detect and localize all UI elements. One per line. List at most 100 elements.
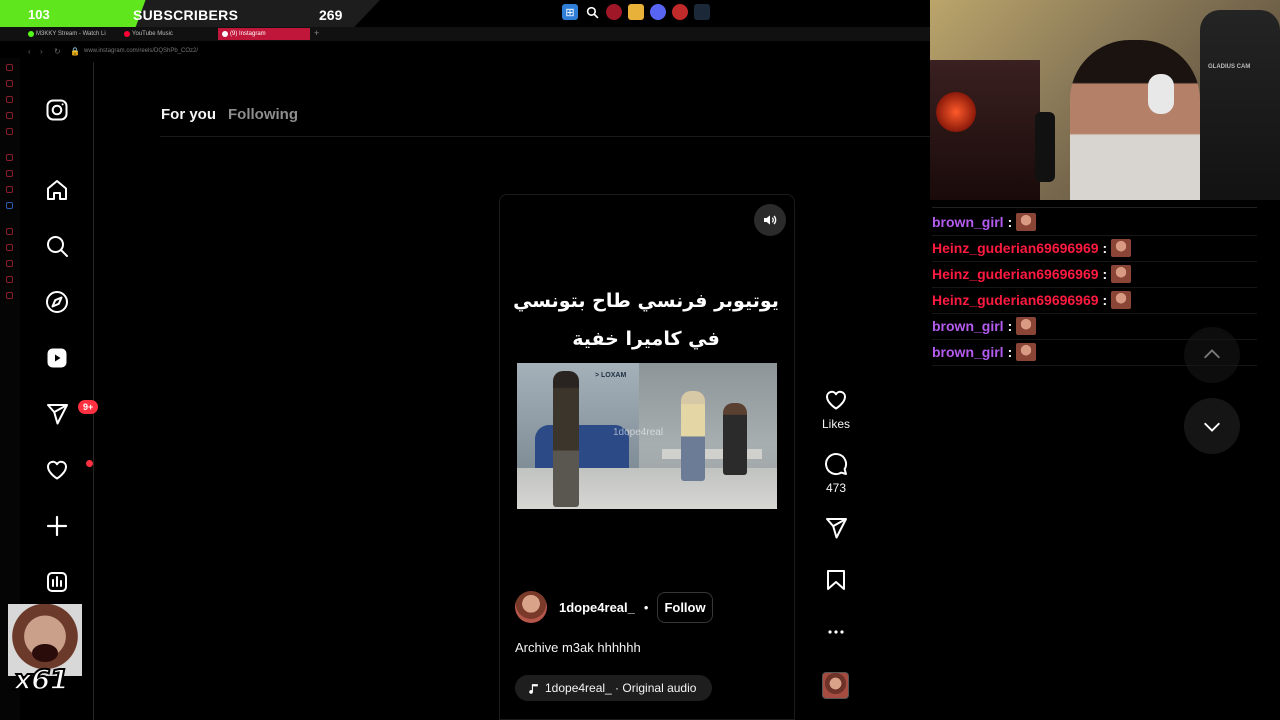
chat-emote-icon — [1111, 291, 1132, 309]
video-person — [723, 403, 747, 475]
home-icon[interactable] — [44, 177, 70, 203]
rail-icon[interactable] — [6, 228, 13, 235]
chat-username[interactable]: Heinz_guderian69696969 — [932, 292, 1099, 308]
chat-emote-icon — [1016, 343, 1037, 361]
chat-emote-icon — [1016, 317, 1037, 335]
steam-icon[interactable] — [694, 4, 710, 20]
reel-video-frame[interactable]: > LOXAM 1dope4real — [517, 363, 777, 509]
tab-instagram[interactable]: (9) Instagram — [218, 28, 310, 40]
webcam-microphone — [1035, 112, 1055, 182]
webcam-streamer — [1070, 40, 1200, 200]
create-icon[interactable] — [44, 513, 70, 539]
chat-username[interactable]: brown_girl — [932, 214, 1004, 230]
instagram-logo-icon[interactable] — [44, 97, 70, 123]
tab-kick[interactable]: M3KKY Stream - Watch Li — [24, 28, 120, 40]
chat-colon: : — [1102, 240, 1108, 256]
emote-combo-count: x61 — [13, 662, 70, 697]
video-bench — [662, 449, 762, 459]
scroll-down-button[interactable] — [1184, 398, 1240, 454]
chat-message: Heinz_guderian69696969: — [932, 262, 1132, 286]
more-options-button[interactable] — [812, 620, 860, 644]
chat-colon: : — [1007, 214, 1013, 230]
scroll-up-button[interactable] — [1184, 327, 1240, 383]
rail-icon[interactable] — [6, 128, 13, 135]
windows-start-icon[interactable]: ⊞ — [562, 4, 578, 20]
chat-colon: : — [1102, 292, 1108, 308]
explore-icon[interactable] — [44, 289, 70, 315]
truck-brand: > LOXAM — [595, 372, 627, 379]
dashboard-icon[interactable] — [44, 569, 70, 595]
author-avatar[interactable] — [515, 591, 547, 623]
youtube-music-icon — [124, 31, 130, 37]
chat-message: Heinz_guderian69696969: — [932, 288, 1132, 312]
share-button[interactable] — [812, 516, 860, 540]
music-note-icon — [529, 683, 538, 694]
chat-separator — [932, 261, 1257, 262]
rail-icon[interactable] — [6, 96, 13, 103]
instagram-tab-icon — [222, 31, 228, 37]
feed-divider — [160, 136, 930, 137]
rail-icon[interactable] — [6, 64, 13, 71]
chat-username[interactable]: brown_girl — [932, 318, 1004, 334]
comment-button[interactable]: 473 — [812, 452, 860, 495]
save-button[interactable] — [812, 568, 860, 592]
rail-icon[interactable] — [6, 292, 13, 299]
tab-label: M3KKY Stream - Watch Li — [36, 31, 106, 37]
mute-button[interactable] — [754, 204, 786, 236]
windows-search-icon[interactable] — [584, 4, 600, 20]
forward-icon[interactable]: › — [40, 47, 43, 56]
reload-icon[interactable]: ↻ — [54, 47, 61, 56]
streamer-webcam: GLADIUS CAM — [930, 0, 1280, 200]
tab-for-you[interactable]: For you — [161, 106, 216, 123]
messages-icon[interactable] — [44, 401, 70, 427]
chat-username[interactable]: Heinz_guderian69696969 — [932, 266, 1099, 282]
rail-icon[interactable] — [6, 80, 13, 87]
subscriber-goal-bar: 103 SUBSCRIBERS 269 — [0, 0, 380, 28]
opera-gx-icon[interactable] — [606, 4, 622, 20]
notifications-icon[interactable] — [44, 457, 70, 483]
rail-icon[interactable] — [6, 154, 13, 161]
search-icon[interactable] — [44, 233, 70, 259]
discord-icon[interactable] — [650, 4, 666, 20]
reels-icon[interactable] — [44, 345, 70, 371]
rail-icon[interactable] — [6, 170, 13, 177]
chat-separator — [932, 339, 1257, 340]
address-bar[interactable]: ‹ › ↻ 🔒 www.instagram.com/reels/DQShPb_C… — [22, 44, 922, 60]
more-icon — [828, 630, 844, 634]
video-person — [681, 391, 705, 481]
back-icon[interactable]: ‹ — [28, 47, 31, 56]
chat-emote-icon — [1111, 239, 1132, 257]
kick-icon — [28, 31, 34, 37]
url-text: www.instagram.com/reels/DQShPb_COz2/ — [84, 48, 199, 54]
rail-icon[interactable] — [6, 202, 13, 209]
tab-youtube-music[interactable]: YouTube Music — [120, 28, 216, 40]
rail-icon[interactable] — [6, 260, 13, 267]
webcam-chair — [1200, 10, 1280, 200]
audio-thumbnail[interactable] — [822, 672, 849, 699]
rail-icon[interactable] — [6, 112, 13, 119]
lock-icon: 🔒 — [70, 47, 80, 56]
like-button[interactable]: Likes — [812, 388, 860, 431]
chat-username[interactable]: Heinz_guderian69696969 — [932, 240, 1099, 256]
author-username[interactable]: 1dope4real_ — [559, 600, 635, 615]
audio-label: 1dope4real_ · Original audio — [545, 681, 697, 695]
rail-icon[interactable] — [6, 276, 13, 283]
chat-separator — [932, 235, 1257, 236]
notification-dot — [86, 460, 93, 467]
heart-icon — [826, 390, 846, 410]
feed-tabs: For you Following — [161, 106, 298, 123]
reel-text-overlay: يوتيوبر فرنسي طاح بتونسي في كاميرا خفية — [510, 282, 782, 358]
video-person — [553, 371, 579, 507]
chat-message: Heinz_guderian69696969: — [932, 236, 1132, 260]
rail-icon[interactable] — [6, 186, 13, 193]
video-watermark: 1dope4real — [613, 427, 664, 438]
file-explorer-icon[interactable] — [628, 4, 644, 20]
new-tab-icon[interactable]: + — [314, 28, 319, 38]
rail-icon[interactable] — [6, 244, 13, 251]
tab-following[interactable]: Following — [228, 106, 298, 123]
follow-button[interactable]: Follow — [657, 591, 713, 623]
audio-attribution[interactable]: 1dope4real_ · Original audio — [515, 675, 713, 701]
app-icon[interactable] — [672, 4, 688, 20]
chat-username[interactable]: brown_girl — [932, 344, 1004, 360]
bookmark-icon — [827, 570, 845, 590]
